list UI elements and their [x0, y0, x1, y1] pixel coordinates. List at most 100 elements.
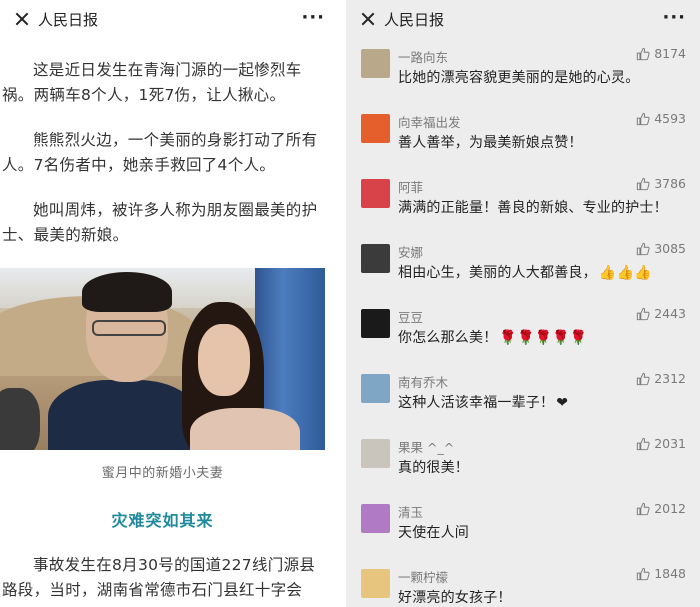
comment-list: 一路向东 8174 比她的漂亮容貌更美丽的是她的心灵。 向幸福出发 4593 善人善举，为…	[346, 38, 700, 607]
article-body: 这是近日发生在青海门源的一起惨烈车祸。两辆车8个人，1死7伤，让人揪心。 熊熊烈…	[0, 58, 339, 603]
thumb-up-icon	[636, 307, 650, 321]
like-button[interactable]: 2443	[636, 306, 686, 321]
close-icon[interactable]	[360, 11, 376, 27]
avatar[interactable]	[361, 114, 390, 143]
comment-author[interactable]: 安娜	[398, 242, 423, 261]
article-paragraph: 熊熊烈火边，一个美丽的身影打动了所有人。7名伤者中，她亲手救回了4个人。	[2, 131, 318, 174]
comment-body: 这种人活该幸福一辈子！	[398, 395, 555, 411]
avatar[interactable]	[361, 504, 390, 533]
avatar[interactable]	[361, 49, 390, 78]
comment-item[interactable]: 安娜 3085 相由心生，美丽的人大都善良， 👍👍👍	[346, 237, 700, 302]
avatar[interactable]	[361, 439, 390, 468]
comment-emoji: 👍👍👍	[598, 265, 652, 281]
thumb-up-icon	[636, 177, 650, 191]
more-menu-icon[interactable]: ···	[301, 9, 325, 27]
article-paragraph: 她叫周炜，被许多人称为朋友圈最美的护士、最美的新娘。	[2, 201, 318, 244]
photo-woman-face	[198, 324, 250, 396]
thumb-up-icon	[636, 567, 650, 581]
comment-body: 相由心生，美丽的人大都善良，	[398, 265, 597, 281]
comment-author[interactable]: 清玉	[398, 502, 423, 521]
like-button[interactable]: 2312	[636, 371, 686, 386]
avatar[interactable]	[361, 179, 390, 208]
avatar[interactable]	[361, 244, 390, 273]
section-heading: 灾难突如其来	[111, 511, 214, 530]
comment-item[interactable]: 阿菲 3786 满满的正能量！善良的新娘、专业的护士！	[346, 172, 700, 237]
comment-item[interactable]: 果果 ^_^ 2031 真的很美！	[346, 432, 700, 497]
page-title: 人民日报	[38, 10, 99, 29]
comment-body: 满满的正能量！善良的新娘、专业的护士！	[398, 200, 668, 216]
comment-item[interactable]: 一路向东 8174 比她的漂亮容貌更美丽的是她的心灵。	[346, 42, 700, 107]
comment-author[interactable]: 一颗柠檬	[398, 567, 448, 586]
page-title: 人民日报	[384, 10, 445, 29]
article-panel: 人民日报 ··· 这是近日发生在青海门源的一起惨烈车祸。两辆车8个人，1死7伤，…	[0, 0, 339, 607]
like-button[interactable]: 3085	[636, 241, 686, 256]
comment-text: 满满的正能量！善良的新娘、专业的护士！	[398, 197, 668, 217]
comment-author[interactable]: 果果 ^_^	[398, 437, 454, 456]
comment-author[interactable]: 豆豆	[398, 307, 423, 326]
comment-author[interactable]: 南有乔木	[398, 372, 448, 391]
like-count: 1848	[654, 566, 686, 581]
like-count: 2031	[654, 436, 686, 451]
comment-emoji: 🌹🌹🌹🌹🌹	[499, 330, 588, 346]
like-count: 2443	[654, 306, 686, 321]
comment-body: 比她的漂亮容貌更美丽的是她的心灵。	[398, 70, 640, 86]
comment-text: 天使在人间	[398, 522, 469, 542]
thumb-up-icon	[636, 437, 650, 451]
like-button[interactable]: 1848	[636, 566, 686, 581]
comment-item[interactable]: 一颗柠檬 1848 好漂亮的女孩子！	[346, 562, 700, 607]
comment-author[interactable]: 一路向东	[398, 47, 448, 66]
avatar[interactable]	[361, 309, 390, 338]
like-button[interactable]: 4593	[636, 111, 686, 126]
photo-bystander	[0, 388, 40, 450]
comment-item[interactable]: 向幸福出发 4593 善人善举，为最美新娘点赞！	[346, 107, 700, 172]
comment-text: 你怎么那么美！ 🌹🌹🌹🌹🌹	[398, 327, 588, 347]
article-paragraph: 事故发生在8月30号的国道227线门源县路段，当时，湖南省常德市石门县红十字会	[2, 556, 316, 599]
comment-text: 真的很美！	[398, 457, 469, 477]
avatar[interactable]	[361, 569, 390, 598]
avatar[interactable]	[361, 374, 390, 403]
thumb-up-icon	[636, 112, 650, 126]
like-count: 8174	[654, 46, 686, 61]
photo-woman-body	[190, 408, 300, 450]
comment-body: 真的很美！	[398, 460, 469, 476]
comment-text: 这种人活该幸福一辈子！ ❤	[398, 392, 568, 412]
panel-divider	[339, 0, 346, 607]
comment-text: 比她的漂亮容貌更美丽的是她的心灵。	[398, 67, 639, 87]
like-count: 2012	[654, 501, 686, 516]
more-menu-icon[interactable]: ···	[662, 9, 686, 27]
close-icon[interactable]	[14, 11, 30, 27]
comment-emoji: ❤	[556, 395, 569, 411]
like-count: 3786	[654, 176, 686, 191]
comment-author[interactable]: 阿菲	[398, 177, 423, 196]
thumb-up-icon	[636, 47, 650, 61]
thumb-up-icon	[636, 502, 650, 516]
like-button[interactable]: 2031	[636, 436, 686, 451]
like-count: 4593	[654, 111, 686, 126]
article-paragraph: 这是近日发生在青海门源的一起惨烈车祸。两辆车8个人，1死7伤，让人揪心。	[2, 61, 302, 104]
like-button[interactable]: 2012	[636, 501, 686, 516]
photo-man-body	[48, 380, 198, 450]
comment-body: 天使在人间	[398, 525, 469, 541]
photo-caption: 蜜月中的新婚小夫妻	[101, 466, 224, 481]
comment-author[interactable]: 向幸福出发	[398, 112, 461, 131]
comment-item[interactable]: 清玉 2012 天使在人间	[346, 497, 700, 562]
photo-man-hair	[82, 272, 172, 312]
like-count: 2312	[654, 371, 686, 386]
like-button[interactable]: 3786	[636, 176, 686, 191]
comment-body: 你怎么那么美！	[398, 330, 498, 346]
comment-text: 相由心生，美丽的人大都善良， 👍👍👍	[398, 262, 652, 282]
like-count: 3085	[654, 241, 686, 256]
couple-photo[interactable]	[0, 268, 325, 450]
comment-body: 善人善举，为最美新娘点赞！	[398, 135, 583, 151]
comment-body: 好漂亮的女孩子！	[398, 590, 512, 606]
comment-item[interactable]: 南有乔木 2312 这种人活该幸福一辈子！ ❤	[346, 367, 700, 432]
photo-man-glasses	[92, 320, 166, 336]
like-button[interactable]: 8174	[636, 46, 686, 61]
article-topbar: 人民日报 ···	[0, 0, 339, 38]
comments-panel: 人民日报 ··· 一路向东 8174 比她的漂亮容貌更美丽的是她的心灵。 向幸福出发 4…	[346, 0, 700, 607]
comment-text: 善人善举，为最美新娘点赞！	[398, 132, 583, 152]
thumb-up-icon	[636, 242, 650, 256]
comments-topbar: 人民日报 ···	[346, 0, 700, 38]
comment-item[interactable]: 豆豆 2443 你怎么那么美！ 🌹🌹🌹🌹🌹	[346, 302, 700, 367]
thumb-up-icon	[636, 372, 650, 386]
